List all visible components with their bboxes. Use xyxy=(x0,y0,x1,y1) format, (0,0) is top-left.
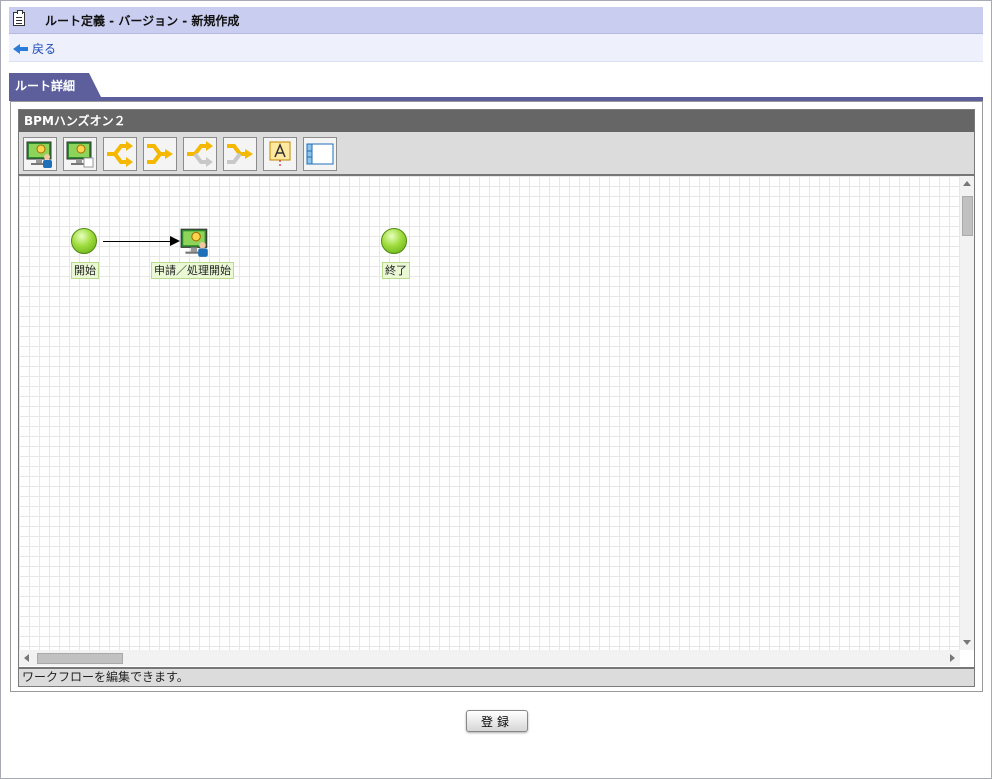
system-task-button[interactable] xyxy=(63,137,97,171)
editor-toolbar xyxy=(19,132,974,176)
text-annotation-button[interactable] xyxy=(263,137,297,171)
flow-name: BPMハンズオン２ xyxy=(19,110,974,132)
swimlane-icon xyxy=(306,143,334,165)
status-bar: ワークフローを編集できます。 xyxy=(19,667,974,686)
start-node-label: 開始 xyxy=(71,262,99,279)
vertical-scroll-thumb[interactable] xyxy=(962,196,973,236)
workflow-editor: BPMハンズオン２ 開始 申請／処理開始 終了 ワークフローを編集できます。 xyxy=(18,109,975,687)
swimlane-button[interactable] xyxy=(303,137,337,171)
split-disabled-icon xyxy=(187,141,213,167)
tab-route-detail[interactable]: ルート詳細 xyxy=(9,73,101,97)
app-frame: ルート定義 - バージョン - 新規作成 戻る ルート詳細 BPMハンズオン２ xyxy=(0,0,992,779)
start-node-circle xyxy=(71,228,97,254)
route-detail-panel: BPMハンズオン２ 開始 申請／処理開始 終了 ワークフローを編集できます。 xyxy=(10,101,983,692)
end-node-circle xyxy=(381,228,407,254)
document-icon xyxy=(13,10,25,26)
merge-disabled-button[interactable] xyxy=(223,137,257,171)
task-node[interactable] xyxy=(179,226,211,261)
vertical-scrollbar[interactable] xyxy=(960,176,974,650)
user-task-node-icon xyxy=(180,228,208,257)
split-disabled-button[interactable] xyxy=(183,137,217,171)
split-button[interactable] xyxy=(103,137,137,171)
title-bar: ルート定義 - バージョン - 新規作成 xyxy=(9,7,983,34)
merge-button[interactable] xyxy=(143,137,177,171)
register-button[interactable]: 登録 xyxy=(466,710,528,732)
horizontal-scrollbar[interactable] xyxy=(19,650,960,666)
merge-icon xyxy=(147,144,173,164)
back-bar: 戻る xyxy=(9,34,983,62)
merge-disabled-icon xyxy=(227,144,253,164)
flow-edge-arrow[interactable] xyxy=(103,236,180,246)
back-label: 戻る xyxy=(32,42,57,56)
split-icon xyxy=(107,141,133,167)
end-node-label: 終了 xyxy=(382,262,410,279)
text-annotation-icon xyxy=(269,141,291,168)
horizontal-scroll-thumb[interactable] xyxy=(37,653,123,664)
task-node-label: 申請／処理開始 xyxy=(151,262,234,279)
back-arrow-icon xyxy=(13,43,29,55)
scroll-corner xyxy=(960,650,974,666)
scroll-right-icon[interactable] xyxy=(950,654,955,662)
tab-row: ルート詳細 xyxy=(9,73,983,101)
page-title: ルート定義 - バージョン - 新規作成 xyxy=(45,14,240,28)
end-node[interactable] xyxy=(381,228,407,254)
scroll-left-icon[interactable] xyxy=(24,654,29,662)
system-task-icon xyxy=(66,141,94,168)
workflow-canvas[interactable]: 開始 申請／処理開始 終了 xyxy=(19,176,960,650)
user-task-icon xyxy=(26,141,52,168)
scroll-up-icon[interactable] xyxy=(963,181,971,186)
scroll-down-icon[interactable] xyxy=(963,640,971,645)
back-link[interactable]: 戻る xyxy=(13,40,56,57)
user-task-button[interactable] xyxy=(23,137,57,171)
start-node[interactable] xyxy=(71,228,97,254)
